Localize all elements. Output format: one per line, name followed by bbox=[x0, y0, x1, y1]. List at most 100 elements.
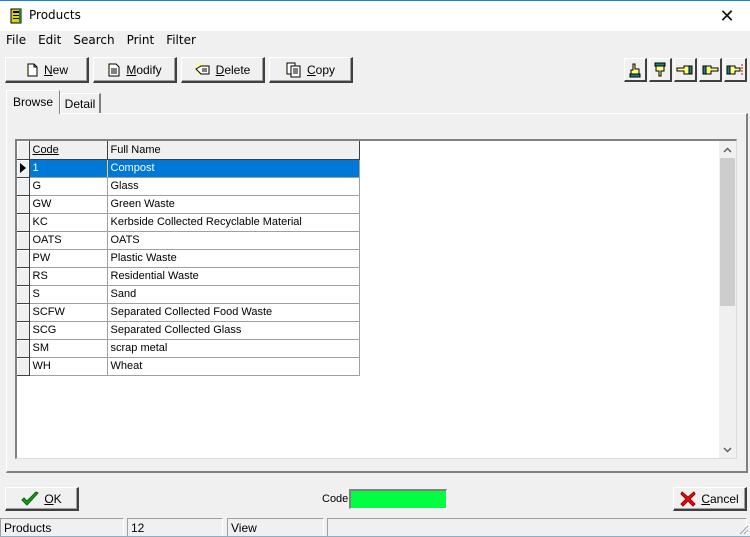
next-page-record-button[interactable] bbox=[724, 58, 747, 82]
current-row-pointer-icon bbox=[20, 163, 26, 173]
first-record-button[interactable] bbox=[624, 58, 647, 82]
delete-button[interactable]: Delete bbox=[181, 57, 265, 83]
cell-full-name[interactable]: Separated Collected Food Waste bbox=[107, 303, 360, 322]
modify-button[interactable]: Modify bbox=[93, 57, 177, 83]
table-row[interactable]: 1 Compost bbox=[17, 159, 360, 178]
row-indicator[interactable] bbox=[17, 213, 30, 232]
row-indicator[interactable] bbox=[17, 177, 30, 196]
grid-header-row: Code Full Name bbox=[17, 141, 360, 160]
new-button[interactable]: New bbox=[5, 57, 89, 83]
menu-bar: File Edit Search Print Filter bbox=[0, 31, 750, 51]
table-row[interactable]: KC Kerbside Collected Recyclable Material bbox=[17, 213, 360, 232]
cell-full-name[interactable]: Wheat bbox=[107, 357, 360, 376]
status-mode: View bbox=[227, 518, 324, 536]
table-row[interactable]: PW Plastic Waste bbox=[17, 249, 360, 268]
row-indicator[interactable] bbox=[17, 231, 30, 250]
cell-full-name[interactable]: Compost bbox=[107, 159, 360, 178]
ok-button[interactable]: OK bbox=[5, 487, 79, 511]
cell-full-name[interactable]: Kerbside Collected Recyclable Material bbox=[107, 213, 360, 232]
vertical-scrollbar[interactable] bbox=[719, 141, 736, 458]
row-indicator[interactable] bbox=[17, 285, 30, 304]
cancel-button[interactable]: Cancel bbox=[673, 487, 747, 511]
copy-icon bbox=[285, 62, 301, 77]
tab-detail[interactable]: Detail bbox=[60, 93, 101, 113]
cell-code[interactable]: KC bbox=[29, 213, 108, 232]
row-indicator[interactable] bbox=[17, 267, 30, 286]
column-header-code[interactable]: Code bbox=[29, 141, 108, 160]
status-extra bbox=[327, 518, 747, 536]
grid-table: Code Full Name 1 Compost G Glass GW Green Was… bbox=[17, 141, 360, 376]
window-title: Products bbox=[29, 8, 81, 22]
checkmark-icon bbox=[21, 490, 40, 506]
table-row[interactable]: RS Residential Waste bbox=[17, 267, 360, 286]
tab-browse[interactable]: Browse bbox=[6, 90, 60, 114]
cell-code[interactable]: G bbox=[29, 177, 108, 196]
cell-code[interactable]: OATS bbox=[29, 231, 108, 250]
table-row[interactable]: S Sand bbox=[17, 285, 360, 304]
menu-filter[interactable]: Filter bbox=[160, 31, 202, 51]
cell-code[interactable]: SCFW bbox=[29, 303, 108, 322]
row-indicator-header bbox=[17, 141, 30, 160]
menu-search[interactable]: Search bbox=[67, 31, 120, 51]
table-row[interactable]: G Glass bbox=[17, 177, 360, 196]
title-bar: Products ✕ bbox=[0, 1, 750, 31]
table-row[interactable]: SCG Separated Collected Glass bbox=[17, 321, 360, 340]
table-row[interactable]: OATS OATS bbox=[17, 231, 360, 250]
new-document-icon bbox=[25, 63, 38, 76]
cancel-x-icon bbox=[680, 490, 697, 507]
cell-full-name[interactable]: Glass bbox=[107, 177, 360, 196]
cell-code[interactable]: SM bbox=[29, 339, 108, 358]
next-record-button[interactable] bbox=[699, 58, 722, 82]
modify-label: odify bbox=[136, 62, 162, 77]
row-indicator[interactable] bbox=[17, 357, 30, 376]
table-row[interactable]: GW Green Waste bbox=[17, 195, 360, 214]
cell-code[interactable]: RS bbox=[29, 267, 108, 286]
menu-edit[interactable]: Edit bbox=[32, 31, 67, 51]
cell-full-name[interactable]: Plastic Waste bbox=[107, 249, 360, 268]
table-row[interactable]: SM scrap metal bbox=[17, 339, 360, 358]
close-button[interactable]: ✕ bbox=[704, 1, 750, 31]
scroll-up-button[interactable] bbox=[719, 141, 736, 158]
table-row[interactable]: WH Wheat bbox=[17, 357, 360, 376]
cell-full-name[interactable]: Green Waste bbox=[107, 195, 360, 214]
cell-full-name[interactable]: Residential Waste bbox=[107, 267, 360, 286]
row-indicator[interactable] bbox=[17, 195, 30, 214]
row-indicator[interactable] bbox=[17, 159, 30, 178]
next-record-icon bbox=[702, 65, 719, 74]
copy-button[interactable]: Copy bbox=[269, 57, 353, 83]
cell-full-name[interactable]: OATS bbox=[107, 231, 360, 250]
cell-code[interactable]: 1 bbox=[29, 159, 108, 178]
products-grid[interactable]: Code Full Name 1 Compost G Glass GW Green Was… bbox=[15, 139, 737, 459]
cell-code[interactable]: PW bbox=[29, 249, 108, 268]
cell-code[interactable]: WH bbox=[29, 357, 108, 376]
code-search-input[interactable] bbox=[349, 489, 447, 509]
row-indicator[interactable] bbox=[17, 249, 30, 268]
resize-grip-icon[interactable] bbox=[737, 523, 749, 535]
cell-full-name[interactable]: Separated Collected Glass bbox=[107, 321, 360, 340]
ok-hotkey: O bbox=[44, 491, 54, 506]
status-table: Products bbox=[0, 518, 124, 536]
cell-code[interactable]: S bbox=[29, 285, 108, 304]
menu-file[interactable]: File bbox=[0, 31, 32, 51]
scroll-down-button[interactable] bbox=[719, 441, 736, 458]
cell-full-name[interactable]: Sand bbox=[107, 285, 360, 304]
cell-full-name[interactable]: scrap metal bbox=[107, 339, 360, 358]
cell-code[interactable]: SCG bbox=[29, 321, 108, 340]
app-icon bbox=[10, 8, 22, 24]
table-row[interactable]: SCFW Separated Collected Food Waste bbox=[17, 303, 360, 322]
next-page-record-icon bbox=[726, 63, 743, 76]
new-label: ew bbox=[52, 62, 68, 77]
cancel-hotkey: C bbox=[701, 491, 710, 506]
last-record-button[interactable] bbox=[649, 58, 672, 82]
cell-code[interactable]: GW bbox=[29, 195, 108, 214]
row-indicator[interactable] bbox=[17, 339, 30, 358]
menu-print[interactable]: Print bbox=[121, 31, 161, 51]
scroll-thumb[interactable] bbox=[720, 158, 735, 306]
modify-document-icon bbox=[107, 62, 120, 76]
previous-record-button[interactable] bbox=[674, 58, 697, 82]
row-indicator[interactable] bbox=[17, 303, 30, 322]
modify-hotkey: M bbox=[126, 62, 137, 77]
row-indicator[interactable] bbox=[17, 321, 30, 340]
code-label: Code bbox=[322, 493, 349, 505]
column-header-full-name[interactable]: Full Name bbox=[107, 141, 360, 160]
